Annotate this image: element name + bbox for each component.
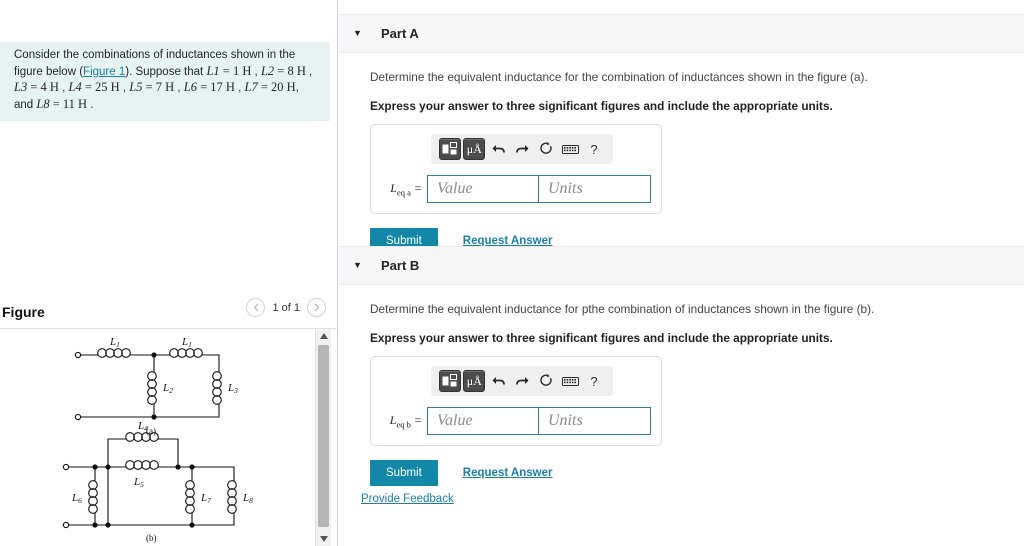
part-b-actions: Submit Request Answer (370, 460, 1024, 486)
part-a-answer-label: Leq a = (390, 180, 422, 198)
inductance-value-6: = 17 H (196, 80, 235, 94)
part-b-answer-row: Leq b = Value Units (381, 407, 651, 435)
part-a-prompt: Determine the equivalent inductance for … (370, 70, 868, 84)
label-l1-b: L1 (181, 336, 192, 349)
redo-arrow-icon[interactable] (511, 370, 533, 392)
inductor-circuits-figure: L1 L1 L2 L3 (a) L4 L5 L6 L7 L8 (b) (62, 336, 253, 543)
redo-arrow-icon[interactable] (511, 138, 533, 160)
part-b-prompt: Determine the equivalent inductance for … (370, 302, 875, 316)
label-l6: L6 (71, 492, 82, 505)
inductance-symbol-3: L3 (14, 80, 28, 94)
figure-panel-title: Figure (2, 304, 45, 320)
label-l5: L5 (133, 476, 144, 489)
undo-arrow-icon[interactable] (487, 370, 509, 392)
inductance-value-3: = 4 H (27, 80, 59, 94)
label-l3: L3 (227, 382, 238, 395)
micro-angstrom-units-icon[interactable]: μÅ (463, 370, 486, 392)
part-b-answer-label: Leq b = (389, 412, 422, 430)
inductance-symbol-6: L6 (183, 80, 197, 94)
help-question-icon[interactable]: ? (583, 138, 605, 160)
part-a-header[interactable]: ▼ Part A (339, 14, 1024, 53)
caption-b: (b) (146, 533, 157, 543)
part-b-header[interactable]: ▼ Part B (339, 246, 1024, 285)
part-a-answer-widget: μÅ ? Leq a = Value Units (370, 124, 662, 214)
figure-next-button[interactable] (307, 298, 326, 317)
part-b-request-answer-link[interactable]: Request Answer (463, 467, 553, 479)
figure-panel-header: Figure 1 of 1 (0, 296, 338, 328)
figure-prev-button[interactable] (246, 298, 266, 317)
inductance-symbol-1: L1 (206, 63, 220, 78)
problem-left-panel: Consider the combinations of inductances… (0, 0, 338, 546)
part-a-body: Determine the equivalent inductance for … (339, 53, 1024, 254)
inductance-value-5: = 7 H (142, 80, 175, 94)
inductance-value-4: = 25 H (81, 80, 120, 94)
scroll-up-arrow-icon[interactable] (316, 329, 331, 343)
label-l1-a: L1 (109, 336, 120, 349)
figure-1-link[interactable]: Figure 1 (83, 66, 125, 78)
inductance-value-8: = 11 H (49, 96, 88, 111)
part-b-submit-button[interactable]: Submit (370, 460, 438, 486)
part-a-units-input[interactable]: Units (539, 175, 651, 203)
part-b-collapse-caret[interactable]: ▼ (353, 261, 365, 270)
math-template-icon[interactable] (439, 138, 462, 160)
chevron-right-icon (314, 303, 319, 312)
help-question-icon[interactable]: ? (583, 370, 605, 392)
part-a-answer-toolbar: μÅ ? (431, 134, 613, 164)
inductance-value-2: = 8 H (274, 63, 306, 78)
keyboard-icon[interactable] (559, 138, 581, 160)
reset-circle-icon[interactable] (535, 370, 557, 392)
figure-pager: 1 of 1 (246, 298, 326, 317)
figure-image-viewport: L1 L1 L2 L3 (a) L4 L5 L6 L7 L8 (b) (0, 329, 315, 546)
part-a-answer-row: Leq a = Value Units (381, 175, 651, 203)
part-b-answer-widget: μÅ ? Leq b = Value Units (370, 356, 662, 446)
reset-circle-icon[interactable] (535, 138, 557, 160)
label-l4: L4 (137, 420, 148, 433)
inductance-value-1: = 1 H (219, 63, 252, 78)
part-a-collapse-caret[interactable]: ▼ (353, 29, 365, 38)
provide-feedback-link[interactable]: Provide Feedback (361, 493, 454, 505)
scrollbar-thumb[interactable] (318, 345, 329, 527)
label-l7: L7 (200, 492, 211, 505)
inductance-symbol-7: L7 (244, 80, 258, 94)
inductance-value-7: = 20 H (257, 80, 296, 94)
figure-page-count: 1 of 1 (272, 301, 300, 314)
micro-angstrom-units-icon[interactable]: μÅ (463, 138, 486, 160)
part-b-section: ▼ Part B Determine the equivalent induct… (339, 246, 1024, 486)
problem-statement-box: Consider the combinations of inductances… (0, 42, 330, 121)
label-l8: L8 (242, 492, 253, 505)
inductance-symbol-4: L4 (68, 80, 82, 94)
part-b-value-input[interactable]: Value (427, 407, 539, 435)
inductance-symbol-5: L5 (129, 80, 143, 94)
part-b-instruction: Express your answer to three significant… (370, 331, 833, 345)
math-template-icon[interactable] (439, 370, 462, 392)
scroll-down-arrow-icon[interactable] (316, 532, 331, 546)
part-b-body: Determine the equivalent inductance for … (339, 285, 1024, 486)
undo-arrow-icon[interactable] (487, 138, 509, 160)
part-a-value-input[interactable]: Value (427, 175, 539, 203)
chevron-left-icon (253, 303, 259, 312)
part-b-title: Part B (381, 258, 420, 273)
inductance-symbol-2: L2 (260, 63, 275, 78)
label-l2: L2 (162, 382, 173, 395)
answer-right-panel: ▼ Part A Determine the equivalent induct… (339, 0, 1024, 546)
page-root: Consider the combinations of inductances… (0, 0, 1024, 546)
part-b-answer-toolbar: μÅ ? (431, 366, 613, 396)
part-a-instruction: Express your answer to three significant… (370, 99, 833, 113)
inductance-symbol-8: L8 (36, 96, 50, 111)
keyboard-icon[interactable] (559, 370, 581, 392)
figure-vertical-scrollbar[interactable] (315, 329, 331, 546)
problem-text-part-2: ). Suppose that (125, 65, 207, 78)
part-b-units-input[interactable]: Units (539, 407, 651, 435)
part-a-section: ▼ Part A Determine the equivalent induct… (339, 14, 1024, 254)
part-a-title: Part A (381, 26, 419, 41)
